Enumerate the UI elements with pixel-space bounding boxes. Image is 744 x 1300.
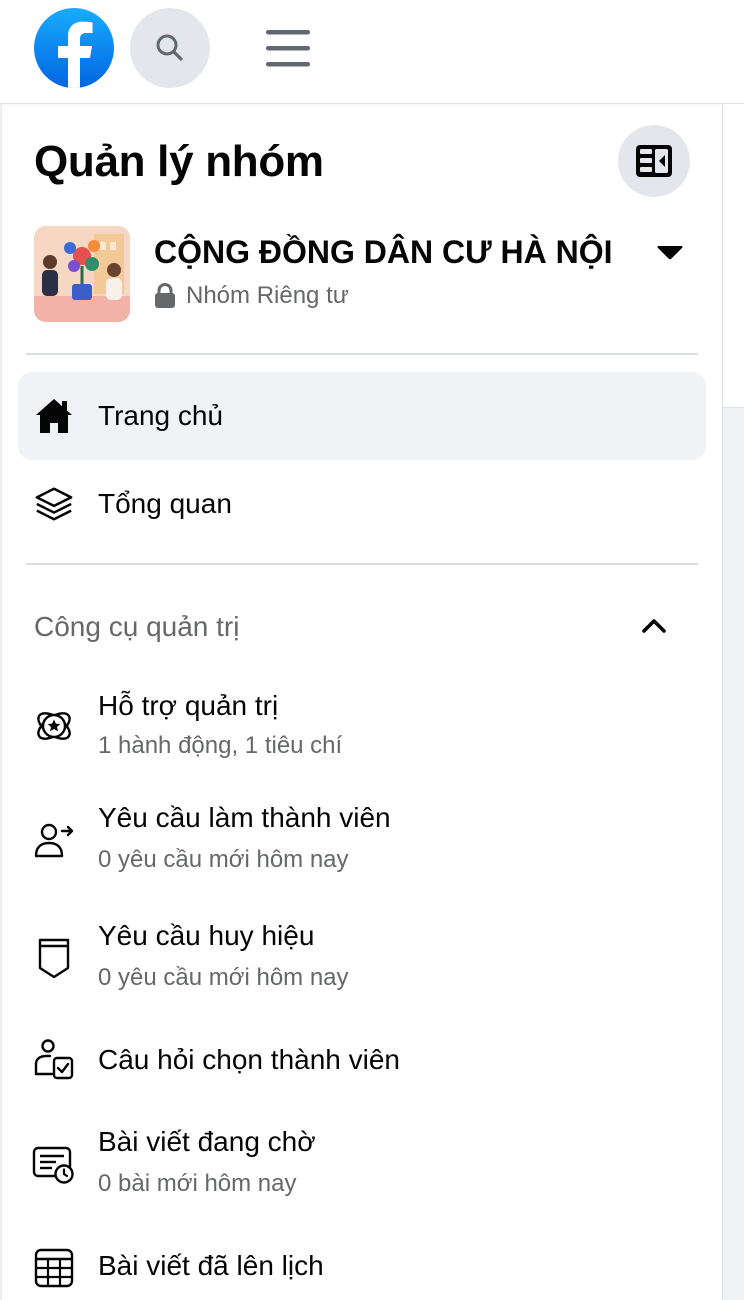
lock-icon	[155, 283, 175, 308]
search-button[interactable]	[130, 8, 210, 88]
collapse-sidebar-button[interactable]	[618, 125, 690, 197]
group-switcher-button[interactable]	[650, 232, 690, 272]
tool-scheduled-posts[interactable]: Bài viết đã lên lịch	[18, 1244, 706, 1292]
tool-membership-questions[interactable]: Câu hỏi chọn thành viên	[18, 1038, 706, 1086]
tool-member-requests[interactable]: Yêu cầu làm thành viên 0 yêu cầu mới hôm…	[18, 798, 706, 882]
tool-title: Bài viết đang chờ	[98, 1126, 316, 1157]
tool-admin-assist[interactable]: Hỗ trợ quản trị 1 hành động, 1 tiêu chí	[18, 686, 706, 770]
menu-button[interactable]	[248, 8, 328, 88]
hamburger-menu-icon	[266, 30, 310, 67]
admin-assist-icon	[32, 704, 76, 748]
home-icon	[34, 396, 74, 436]
nav-item-label: Tổng quan	[98, 488, 232, 519]
tool-title: Câu hỏi chọn thành viên	[98, 1044, 400, 1075]
scheduled-posts-icon	[32, 1246, 76, 1290]
group-avatar[interactable]	[34, 226, 130, 322]
group-name[interactable]: CỘNG ĐỒNG DÂN CƯ HÀ NỘI	[154, 230, 613, 274]
divider	[26, 563, 698, 565]
chevron-up-icon	[642, 619, 666, 633]
tool-pending-posts[interactable]: Bài viết đang chờ 0 bài mới hôm nay	[18, 1122, 706, 1206]
divider	[26, 353, 698, 355]
group-privacy-label: Nhóm Riêng tư	[186, 282, 349, 309]
tool-subtitle: 0 yêu cầu mới hôm nay	[98, 846, 349, 873]
tool-title: Bài viết đã lên lịch	[98, 1250, 324, 1281]
pending-posts-icon	[32, 1142, 76, 1186]
tool-subtitle: 1 hành động, 1 tiêu chí	[98, 732, 343, 759]
tool-badge-requests[interactable]: Yêu cầu huy hiệu 0 yêu cầu mới hôm nay	[18, 916, 706, 1000]
nav-item-label: Trang chủ	[98, 400, 224, 431]
member-request-icon	[32, 818, 76, 862]
nav-item-overview[interactable]: Tổng quan	[18, 460, 706, 548]
membership-questions-icon	[32, 1038, 76, 1082]
badge-icon	[32, 936, 76, 980]
tool-title: Hỗ trợ quản trị	[98, 690, 279, 721]
facebook-logo-icon[interactable]	[34, 8, 114, 88]
top-bar	[0, 0, 744, 104]
search-icon	[156, 34, 183, 61]
panel-title: Quản lý nhóm	[34, 137, 324, 186]
right-gutter-top	[722, 104, 744, 408]
section-toggle-button[interactable]	[634, 606, 674, 646]
tool-title: Yêu cầu làm thành viên	[98, 802, 391, 833]
tool-subtitle: 0 bài mới hôm nay	[98, 1170, 297, 1197]
tool-title: Yêu cầu huy hiệu	[98, 920, 315, 951]
sidebar-collapse-icon	[636, 145, 672, 177]
layers-icon	[34, 484, 74, 524]
tool-subtitle: 0 yêu cầu mới hôm nay	[98, 964, 349, 991]
panel-left-border	[0, 104, 2, 1300]
caret-down-icon	[657, 246, 683, 260]
group-privacy: Nhóm Riêng tư	[154, 280, 349, 312]
admin-tools-section-title[interactable]: Công cụ quản trị	[34, 608, 239, 646]
nav-item-home[interactable]: Trang chủ	[18, 372, 706, 460]
